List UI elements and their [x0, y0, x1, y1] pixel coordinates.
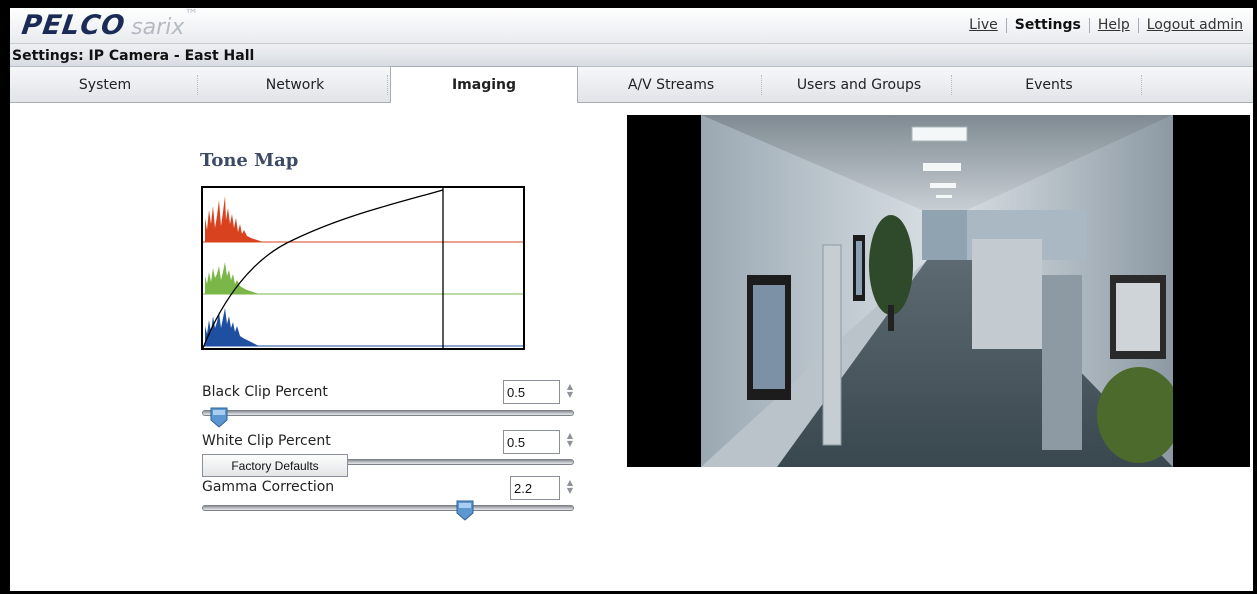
page: PELCO sarix™ Live Settings Help Logout a… — [10, 8, 1253, 591]
tab-imaging[interactable]: Imaging — [390, 66, 578, 103]
page-title: Settings: IP Camera - East Hall — [10, 44, 1253, 67]
factory-defaults-button[interactable]: Factory Defaults — [202, 454, 348, 477]
gamma-slider-track[interactable] — [202, 505, 574, 511]
gamma-spinner-icon[interactable]: ▲ ▼ — [565, 479, 575, 497]
white-clip-label: White Clip Percent — [202, 433, 331, 449]
black-clip-slider-track[interactable] — [202, 410, 574, 416]
gamma-correction-label: Gamma Correction — [202, 479, 335, 495]
help-link[interactable]: Help — [1090, 17, 1138, 33]
camera-image — [627, 115, 1250, 467]
live-link[interactable]: Live — [961, 17, 1006, 33]
black-clip-slider-thumb[interactable] — [210, 407, 228, 428]
tab-bar: System Network Imaging A/V Streams Users… — [10, 66, 1253, 103]
camera-preview[interactable] — [627, 115, 1250, 467]
settings-link[interactable]: Settings — [1007, 17, 1089, 33]
top-bar: PELCO sarix™ Live Settings Help Logout a… — [10, 8, 1253, 44]
tone-map-histogram — [201, 186, 525, 350]
green-histogram — [205, 262, 259, 294]
tone-map-title: Tone Map — [200, 150, 299, 171]
blue-histogram — [205, 308, 259, 346]
black-clip-spinner-icon[interactable]: ▲ ▼ — [565, 383, 575, 401]
imaging-content: Tone Map Black Clip Percent 0.5 ▲ ▼ Whit… — [10, 104, 1253, 591]
pelco-sarix-logo: PELCO sarix™ — [19, 8, 199, 42]
gamma-slider-thumb[interactable] — [456, 500, 474, 521]
white-clip-spinner-icon[interactable]: ▲ ▼ — [565, 432, 575, 450]
logo-product: sarix — [131, 15, 185, 40]
top-nav: Live Settings Help Logout admin — [961, 17, 1251, 33]
tab-users-and-groups[interactable]: Users and Groups — [764, 67, 954, 103]
gamma-correction-input[interactable]: 2.2 — [510, 476, 560, 500]
black-clip-input[interactable]: 0.5 — [503, 380, 560, 404]
logo-sarix-text: sarix™ — [131, 8, 198, 40]
logo-trademark: ™ — [184, 8, 199, 23]
histogram-graphic — [202, 188, 523, 349]
black-clip-label: Black Clip Percent — [202, 384, 328, 400]
white-clip-input[interactable]: 0.5 — [503, 430, 560, 454]
tone-curve — [202, 189, 444, 349]
logout-link[interactable]: Logout admin — [1139, 17, 1251, 33]
tab-system[interactable]: System — [10, 67, 200, 103]
tab-av-streams[interactable]: A/V Streams — [578, 67, 764, 103]
logo-pelco-text: PELCO — [19, 10, 128, 41]
tab-events[interactable]: Events — [954, 67, 1144, 103]
red-histogram — [205, 196, 263, 242]
tab-network[interactable]: Network — [200, 67, 390, 103]
